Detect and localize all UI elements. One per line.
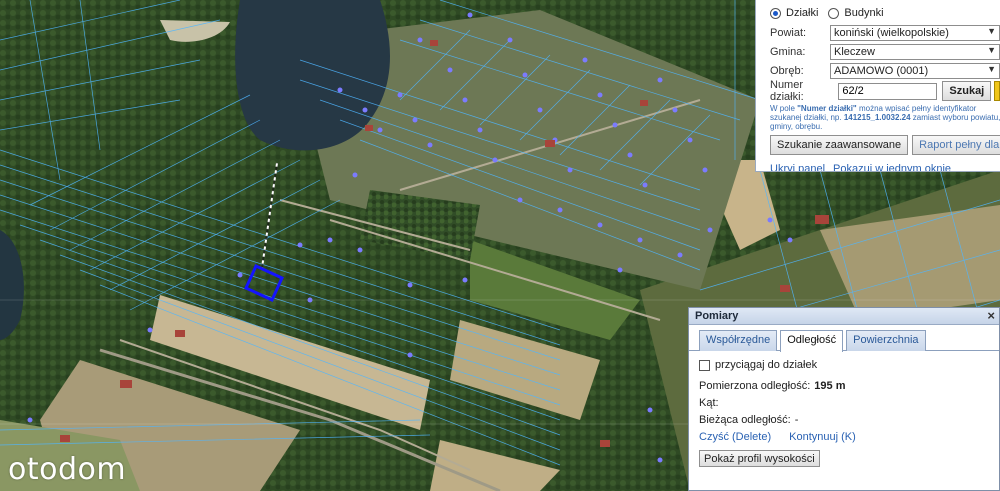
search-type-radio-group: Działki Budynki xyxy=(770,3,1000,23)
measured-distance-value: 195 m xyxy=(814,379,846,392)
chevron-down-icon: ▼ xyxy=(987,63,996,74)
measurements-panel: Pomiary × Współrzędne Odległość Powierzc… xyxy=(688,307,1000,491)
measured-distance-row: Pomierzona odległość: 195 m xyxy=(699,377,989,394)
commune-label: Gmina: xyxy=(770,45,806,58)
measure-links: Czyść (Delete) Kontynuuj (K) xyxy=(699,428,989,446)
measurements-header[interactable]: Pomiary × xyxy=(689,308,999,325)
search-hint: W pole "Numer działki" można wpisać pełn… xyxy=(770,104,1000,131)
otodom-watermark: otodom xyxy=(8,452,127,487)
commune-select[interactable]: Kleczew ▼ xyxy=(830,43,1000,60)
hide-panel-link[interactable]: Ukryj panel xyxy=(770,163,825,171)
current-distance-label: Bieżąca odległość: xyxy=(699,413,791,426)
snap-label[interactable]: przyciągaj do działek xyxy=(715,359,817,371)
parcel-number-label: Numer działki: xyxy=(770,79,804,103)
clear-link[interactable]: Czyść (Delete) xyxy=(699,431,771,443)
snap-checkbox[interactable] xyxy=(699,359,710,371)
full-report-button[interactable]: Raport pełny dla działki xyxy=(912,135,1000,155)
tab-distance[interactable]: Odległość xyxy=(780,330,844,352)
search-actions: Szukanie zaawansowane Raport pełny dla d… xyxy=(770,135,1000,157)
distance-tab-content: przyciągaj do działek Pomierzona odległo… xyxy=(689,351,999,473)
panel-links: Ukryj panel Pokazuj w jednym oknie xyxy=(770,163,1000,171)
radio-buildings-label[interactable]: Budynki xyxy=(844,7,883,19)
search-button[interactable]: Szukaj xyxy=(942,81,992,101)
county-select-value: koniński (wielkopolskie) xyxy=(834,26,949,39)
chevron-down-icon: ▼ xyxy=(987,44,996,55)
radio-parcels[interactable] xyxy=(770,7,781,19)
precinct-select-value: ADAMOWO (0001) xyxy=(834,64,929,77)
elevation-profile-button[interactable]: Pokaż profil wysokości xyxy=(699,450,820,467)
hint-field: "Numer działki" xyxy=(797,104,857,113)
precinct-row: Obręb: ADAMOWO (0001) ▼ xyxy=(770,61,1000,80)
county-label: Powiat: xyxy=(770,26,807,39)
close-icon[interactable]: × xyxy=(987,308,995,323)
measurement-tabs: Współrzędne Odległość Powierzchnia xyxy=(689,325,999,352)
extra-options-button[interactable] xyxy=(994,81,1000,101)
angle-row: Kąt: xyxy=(699,394,989,411)
commune-row: Gmina: Kleczew ▼ xyxy=(770,42,1000,61)
advanced-search-button[interactable]: Szukanie zaawansowane xyxy=(770,135,909,155)
precinct-select[interactable]: ADAMOWO (0001) ▼ xyxy=(830,62,1000,79)
county-row: Powiat: koniński (wielkopolskie) ▼ xyxy=(770,23,1000,42)
hint-example: 141215_1.0032.24 xyxy=(843,113,911,122)
measured-distance-label: Pomierzona odległość: xyxy=(699,379,811,392)
parcel-number-row: Numer działki: Szukaj xyxy=(770,79,1000,103)
snap-row: przyciągaj do działek xyxy=(699,357,989,373)
continue-link[interactable]: Kontynuuj (K) xyxy=(789,431,856,443)
parcel-search-panel: Działki Budynki Powiat: koniński (wielko… xyxy=(755,0,1000,172)
parcel-number-input[interactable] xyxy=(838,82,938,100)
angle-label: Kąt: xyxy=(699,396,719,409)
measurements-title: Pomiary xyxy=(695,310,739,322)
county-select[interactable]: koniński (wielkopolskie) ▼ xyxy=(830,24,1000,41)
precinct-label: Obręb: xyxy=(770,64,804,77)
current-distance-row: Bieżąca odległość: - xyxy=(699,411,989,428)
chevron-down-icon: ▼ xyxy=(987,25,996,36)
tab-coordinates[interactable]: Współrzędne xyxy=(699,330,778,351)
tab-area[interactable]: Powierzchnia xyxy=(846,330,926,351)
radio-parcels-label[interactable]: Działki xyxy=(786,7,818,19)
single-window-link[interactable]: Pokazuj w jednym oknie xyxy=(833,163,951,171)
hint-prefix: W pole xyxy=(770,104,798,113)
current-distance-value: - xyxy=(794,413,799,426)
commune-select-value: Kleczew xyxy=(834,45,875,58)
radio-buildings[interactable] xyxy=(828,7,840,19)
